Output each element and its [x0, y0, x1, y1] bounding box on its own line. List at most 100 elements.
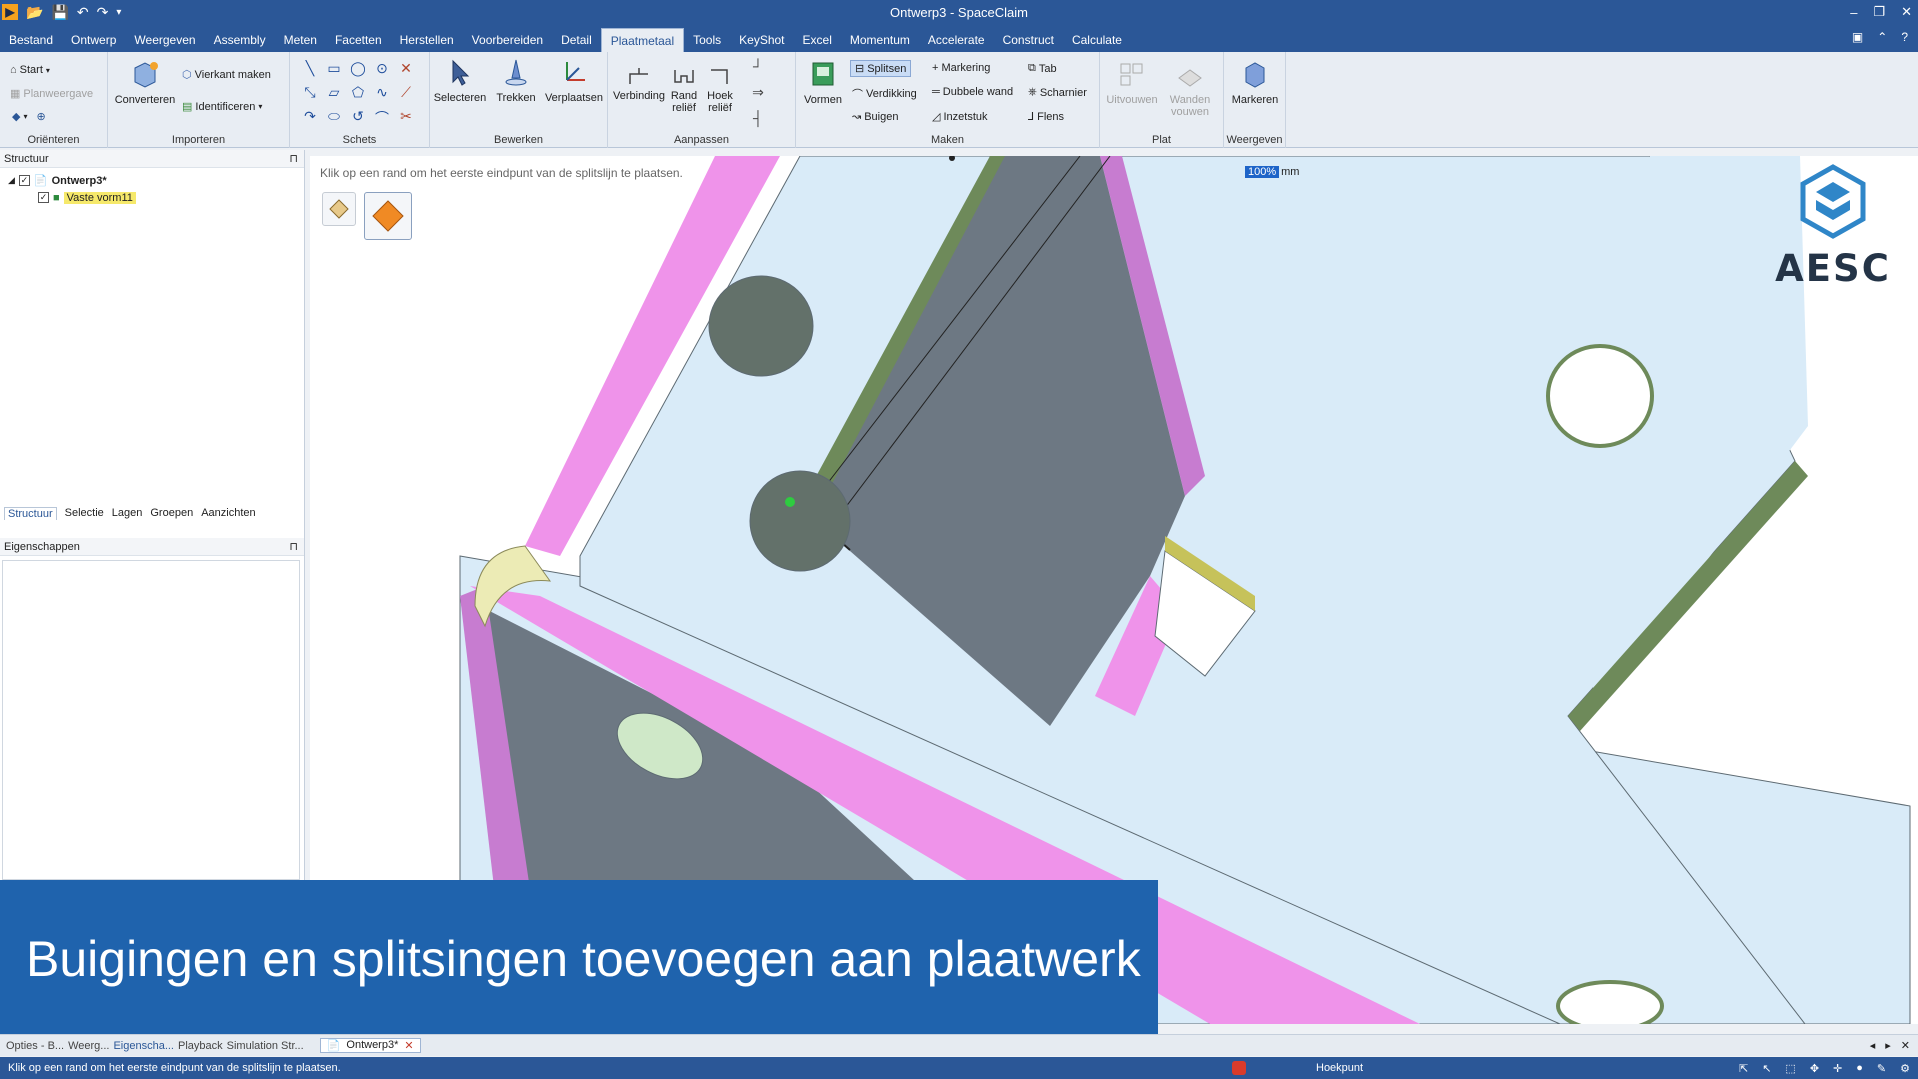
- window-layout-icon[interactable]: ▣: [1852, 30, 1863, 44]
- planweergave-button[interactable]: ▦ Planweergave: [10, 87, 93, 101]
- arc-icon[interactable]: ↷: [300, 108, 320, 125]
- vierkant-maken-button[interactable]: ⬡ Vierkant maken: [182, 68, 271, 82]
- tab-playback[interactable]: Playback: [178, 1040, 223, 1052]
- document-tab[interactable]: 📄 Ontwerp3* ✕: [319, 1038, 421, 1053]
- hole-middle[interactable]: [749, 470, 851, 572]
- trim-icon[interactable]: ✕: [396, 60, 416, 77]
- verdikking-button[interactable]: ⌒ Verdikking: [852, 86, 917, 102]
- tab-ontwerp[interactable]: Ontwerp: [62, 28, 125, 52]
- view-cube-button[interactable]: ◆ ▾ ⊕: [12, 110, 46, 123]
- polygon-rectangle-icon[interactable]: ▱: [324, 84, 344, 101]
- tab-accelerate[interactable]: Accelerate: [919, 28, 994, 52]
- error-indicator-icon[interactable]: [1232, 1061, 1246, 1075]
- polygon-icon[interactable]: ⬠: [348, 84, 368, 101]
- circle-three-point-icon[interactable]: ⊙: [372, 60, 392, 77]
- offset-icon[interactable]: ⟋: [396, 84, 416, 101]
- flens-button[interactable]: ⅃ Flens: [1028, 110, 1064, 124]
- tree-item-root[interactable]: ◢ ✓ 📄 Ontwerp3*: [8, 172, 304, 189]
- rand-relief-button[interactable]: Rand reliëf: [666, 66, 702, 114]
- tab-momentum[interactable]: Momentum: [841, 28, 919, 52]
- select-edge-tool[interactable]: [322, 192, 356, 226]
- expand-arrow-icon[interactable]: ◢: [8, 175, 15, 186]
- selection-mode[interactable]: Hoekpunt: [1316, 1062, 1363, 1074]
- start-button[interactable]: ⌂ Start ▾: [10, 64, 50, 76]
- line-icon[interactable]: ╲: [300, 60, 320, 77]
- tab-detail[interactable]: Detail: [552, 28, 601, 52]
- visibility-checkbox[interactable]: ✓: [18, 175, 30, 186]
- bend-corner-icon[interactable]: ┘: [748, 58, 768, 74]
- split-tool[interactable]: [364, 192, 412, 240]
- tab-excel[interactable]: Excel: [794, 28, 841, 52]
- tab-construct[interactable]: Construct: [994, 28, 1063, 52]
- tree-item-solid[interactable]: ✓ ■ Vaste vorm11: [8, 189, 304, 206]
- tab-groepen[interactable]: Groepen: [150, 507, 193, 520]
- wanden-vouwen-button[interactable]: Wanden vouwen: [1162, 60, 1218, 118]
- undo-icon[interactable]: ↶: [77, 4, 89, 21]
- split-start-point[interactable]: [785, 497, 795, 507]
- tab-opties[interactable]: Opties - B...: [6, 1040, 64, 1052]
- scroll-right-icon[interactable]: ▸: [1885, 1039, 1891, 1052]
- selecteren-button[interactable]: Selecteren: [430, 58, 490, 104]
- three-point-arc-icon[interactable]: ⌒: [372, 108, 392, 128]
- spline-icon[interactable]: ∿: [372, 84, 392, 101]
- dimension-input[interactable]: 100% mm: [1245, 166, 1299, 178]
- orbit-icon[interactable]: ✥: [1810, 1062, 1819, 1075]
- scharnier-button[interactable]: ⎈ Scharnier: [1028, 86, 1087, 99]
- tab-weergeven[interactable]: Weergeven: [125, 28, 204, 52]
- pan-icon[interactable]: ✛: [1833, 1062, 1842, 1075]
- tab-structuur[interactable]: Structuur: [4, 507, 57, 520]
- save-icon[interactable]: 💾: [51, 4, 68, 21]
- select-filter-icon[interactable]: ⇱: [1739, 1062, 1748, 1075]
- visibility-checkbox[interactable]: ✓: [38, 192, 49, 203]
- splitsen-button[interactable]: ⊟ Splitsen: [850, 60, 912, 77]
- tab-aanzichten[interactable]: Aanzichten: [201, 507, 255, 520]
- redo-icon[interactable]: ↷: [97, 4, 109, 21]
- help-icon[interactable]: ?: [1901, 30, 1908, 44]
- tab-facetten[interactable]: Facetten: [326, 28, 391, 52]
- hole-bottom-right[interactable]: [1556, 980, 1664, 1024]
- sweep-arc-icon[interactable]: ↺: [348, 108, 368, 125]
- ellipse-icon[interactable]: ⬭: [324, 108, 344, 125]
- minimize-button[interactable]: –: [1850, 5, 1857, 20]
- tab-keyshot[interactable]: KeyShot: [730, 28, 793, 52]
- buigen-button[interactable]: ↝ Buigen: [852, 110, 898, 124]
- close-tab-icon[interactable]: ✕: [404, 1039, 413, 1052]
- hole-upper[interactable]: [708, 275, 814, 377]
- hoek-relief-button[interactable]: Hoek reliëf: [702, 66, 738, 114]
- pointer-icon[interactable]: ↖: [1762, 1062, 1771, 1075]
- scroll-left-icon[interactable]: ◂: [1870, 1039, 1876, 1052]
- uitvouwen-button[interactable]: Uitvouwen: [1104, 60, 1160, 106]
- circle-icon[interactable]: ◯: [348, 60, 368, 77]
- customize-icon[interactable]: ▾: [116, 7, 121, 18]
- box-select-icon[interactable]: ⬚: [1785, 1062, 1795, 1075]
- verplaatsen-button[interactable]: Verplaatsen: [542, 58, 606, 104]
- dimension-value[interactable]: 100%: [1245, 166, 1280, 178]
- tangent-line-icon[interactable]: ⤡: [300, 84, 320, 101]
- open-icon[interactable]: 📂: [26, 4, 43, 21]
- settings-icon[interactable]: ⚙: [1900, 1062, 1910, 1075]
- dubbele-wand-button[interactable]: ═ Dubbele wand: [932, 86, 1013, 98]
- tab-simulation[interactable]: Simulation Str...: [227, 1040, 304, 1052]
- tab-meten[interactable]: Meten: [275, 28, 326, 52]
- split-curve-icon[interactable]: ✂: [396, 108, 416, 125]
- tab-eigenschappen[interactable]: Eigenscha...: [113, 1040, 174, 1052]
- tab-weergave[interactable]: Weerg...: [68, 1040, 109, 1052]
- verbinding-button[interactable]: Verbinding: [613, 66, 665, 102]
- pencil-icon[interactable]: ✎: [1877, 1062, 1886, 1075]
- tab-calculate[interactable]: Calculate: [1063, 28, 1131, 52]
- trekken-button[interactable]: Trekken: [486, 58, 546, 104]
- tab-selectie[interactable]: Selectie: [65, 507, 104, 520]
- markeren-button[interactable]: Markeren: [1226, 60, 1284, 106]
- tab-assembly[interactable]: Assembly: [205, 28, 275, 52]
- close-all-icon[interactable]: ✕: [1901, 1039, 1910, 1052]
- inzetstuk-button[interactable]: ◿ Inzetstuk: [932, 110, 988, 124]
- restore-button[interactable]: ❐: [1873, 4, 1885, 20]
- tab-plaatmetaal[interactable]: Plaatmetaal: [600, 28, 685, 52]
- tab-tools[interactable]: Tools: [684, 28, 730, 52]
- tab-herstellen[interactable]: Herstellen: [391, 28, 463, 52]
- gusset-icon[interactable]: ⇒: [748, 84, 768, 101]
- rectangle-icon[interactable]: ▭: [324, 60, 344, 77]
- tab-bestand[interactable]: Bestand: [0, 28, 62, 52]
- pin-icon[interactable]: ⊓: [289, 150, 298, 167]
- close-button[interactable]: ✕: [1901, 4, 1912, 20]
